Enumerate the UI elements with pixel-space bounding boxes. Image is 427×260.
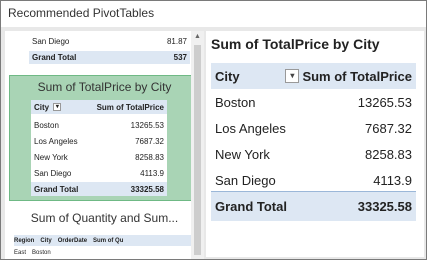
table-row: San Diego 4113.9 bbox=[211, 167, 416, 193]
row-label: New York bbox=[34, 152, 68, 162]
table-row: Boston 13265.53 bbox=[31, 118, 167, 132]
dialog-body: San Diego 81.87 Grand Total 537 Sum of T… bbox=[1, 27, 426, 259]
table-header: City ▾ Sum of TotalPrice bbox=[31, 100, 167, 114]
row-value: 13265.53 bbox=[130, 120, 164, 130]
card-title: Sum of TotalPrice by City bbox=[37, 80, 172, 94]
row-value: 8258.83 bbox=[365, 146, 412, 162]
row-label: Boston bbox=[34, 120, 59, 130]
table-row: San Diego 81.87 bbox=[29, 35, 190, 48]
row-value: 8258.83 bbox=[135, 152, 164, 162]
header-sum-quantity: Sum of Qu bbox=[93, 237, 124, 244]
table-row: San Diego 4113.9 bbox=[31, 166, 167, 180]
scroll-thumb[interactable] bbox=[194, 45, 201, 255]
header-city: City ▾ bbox=[34, 102, 62, 112]
recommendation-card-next[interactable]: Region City OrderDate Sum of Qu East Bos… bbox=[14, 233, 194, 259]
table-header: Region City OrderDate Sum of Qu bbox=[14, 235, 194, 246]
header-label: City bbox=[34, 102, 50, 112]
row-label: Grand Total bbox=[215, 199, 287, 214]
scroll-up-icon[interactable]: ▲ bbox=[191, 33, 204, 43]
table-row: East Boston bbox=[14, 247, 194, 258]
header-sum-label: Sum of TotalPrice bbox=[302, 68, 412, 84]
table-row: New York 8258.83 bbox=[31, 150, 167, 164]
row-value: 4113.9 bbox=[140, 168, 164, 178]
row-label: San Diego bbox=[32, 37, 70, 46]
row-value: 7687.32 bbox=[365, 120, 412, 136]
table-row: New York 8258.83 bbox=[211, 141, 416, 167]
table-row: Los Angeles 7687.32 bbox=[211, 115, 416, 141]
grand-total-row: Grand Total 537 bbox=[29, 51, 190, 64]
row-city: Boston bbox=[32, 249, 51, 256]
row-label: Grand Total bbox=[32, 53, 77, 62]
recommendation-card-selected[interactable]: Sum of TotalPrice by City City ▾ Sum of … bbox=[9, 75, 200, 201]
header-city-label: City bbox=[215, 68, 240, 84]
header-region: Region bbox=[14, 237, 35, 244]
card-thumbnail-table: City ▾ Sum of TotalPrice Boston 13265.53… bbox=[31, 100, 167, 196]
table-header: City ▾ Sum of TotalPrice bbox=[211, 63, 416, 89]
row-value: 4113.9 bbox=[373, 172, 412, 188]
pivot-preview: Sum of TotalPrice by City City ▾ Sum of … bbox=[206, 31, 424, 257]
row-value: 81.87 bbox=[166, 37, 187, 46]
header-sum-label: Sum of TotalPrice bbox=[96, 102, 164, 112]
row-label: San Diego bbox=[34, 168, 72, 178]
header-orderdate: OrderDate bbox=[57, 237, 88, 244]
grand-total-row: Grand Total 33325.58 bbox=[31, 182, 167, 196]
row-value: 537 bbox=[173, 53, 187, 62]
table-row: Los Angeles 7687.32 bbox=[31, 134, 167, 148]
row-label: San Diego bbox=[215, 172, 276, 188]
row-label: Grand Total bbox=[34, 184, 79, 194]
recommendations-list[interactable]: San Diego 81.87 Grand Total 537 Sum of T… bbox=[5, 31, 204, 259]
row-label: New York bbox=[215, 146, 270, 162]
recommendation-card-next-title[interactable]: Sum of Quantity and Sum... bbox=[5, 211, 204, 225]
dialog-window: Recommended PivotTables San Diego 81.87 … bbox=[0, 0, 427, 260]
dropdown-icon: ▾ bbox=[53, 103, 62, 112]
grand-total-row: Grand Total 33325.58 bbox=[211, 191, 416, 221]
header-city: City bbox=[40, 237, 52, 244]
recommendation-card-previous[interactable]: San Diego 81.87 Grand Total 537 bbox=[29, 31, 190, 69]
row-value: 33325.58 bbox=[357, 199, 412, 214]
dialog-title: Recommended PivotTables bbox=[8, 6, 155, 20]
row-value: 33325.58 bbox=[130, 184, 164, 194]
dropdown-icon: ▾ bbox=[285, 69, 300, 83]
list-scrollbar[interactable]: ▲ bbox=[191, 31, 204, 259]
row-region: East bbox=[14, 249, 27, 256]
table-row: Boston 13265.53 bbox=[211, 89, 416, 115]
preview-title: Sum of TotalPrice by City bbox=[211, 36, 380, 52]
row-value: 13265.53 bbox=[357, 94, 412, 110]
row-label: Los Angeles bbox=[215, 120, 286, 136]
row-label: Los Angeles bbox=[34, 136, 78, 146]
row-value: 7687.32 bbox=[135, 136, 164, 146]
row-label: Boston bbox=[215, 94, 256, 110]
